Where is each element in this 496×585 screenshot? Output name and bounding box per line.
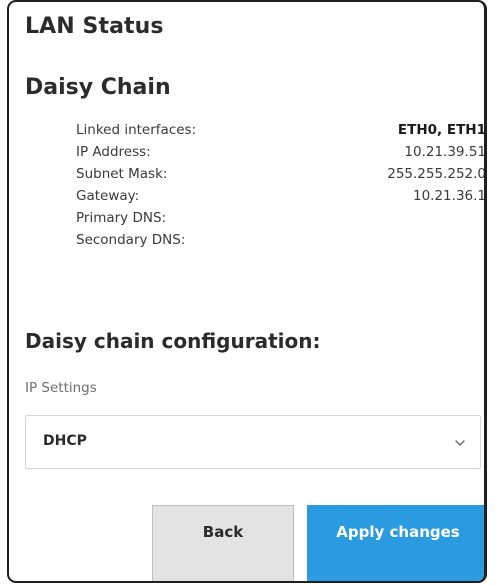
back-button[interactable]: Back [152,505,294,581]
ip-settings-label: IP Settings [25,380,97,396]
daisy-chain-heading: Daisy Chain [25,75,171,100]
info-row-subnet-mask: Subnet Mask: 255.255.252.0 [76,166,486,188]
info-row-linked-interfaces: Linked interfaces: ETH0, ETH1 [76,122,486,144]
info-value: 10.21.36.1 [413,188,486,204]
info-row-primary-dns: Primary DNS: [76,210,484,232]
info-label: IP Address: [76,144,151,160]
info-value: ETH0, ETH1 [397,122,486,138]
lan-status-panel: LAN Status Daisy Chain Linked interfaces… [7,0,487,583]
info-row-secondary-dns: Secondary DNS: [76,232,484,254]
ip-settings-select[interactable]: DHCP [25,415,481,469]
info-label: Subnet Mask: [76,166,168,182]
apply-changes-button[interactable]: Apply changes [307,505,484,581]
info-label: Gateway: [76,188,140,204]
page-title: LAN Status [25,14,164,39]
info-label: Primary DNS: [76,210,167,226]
info-value: 10.21.39.51 [404,144,486,160]
info-row-ip-address: IP Address: 10.21.39.51 [76,144,486,166]
config-heading: Daisy chain configuration: [25,329,321,353]
daisy-chain-info: Linked interfaces: ETH0, ETH1 IP Address… [76,122,486,254]
info-row-gateway: Gateway: 10.21.36.1 [76,188,486,210]
info-label: Secondary DNS: [76,232,186,248]
info-label: Linked interfaces: [76,122,197,138]
chevron-down-icon [455,440,465,446]
ip-settings-selected-value: DHCP [43,433,87,449]
info-value: 255.255.252.0 [387,166,486,182]
